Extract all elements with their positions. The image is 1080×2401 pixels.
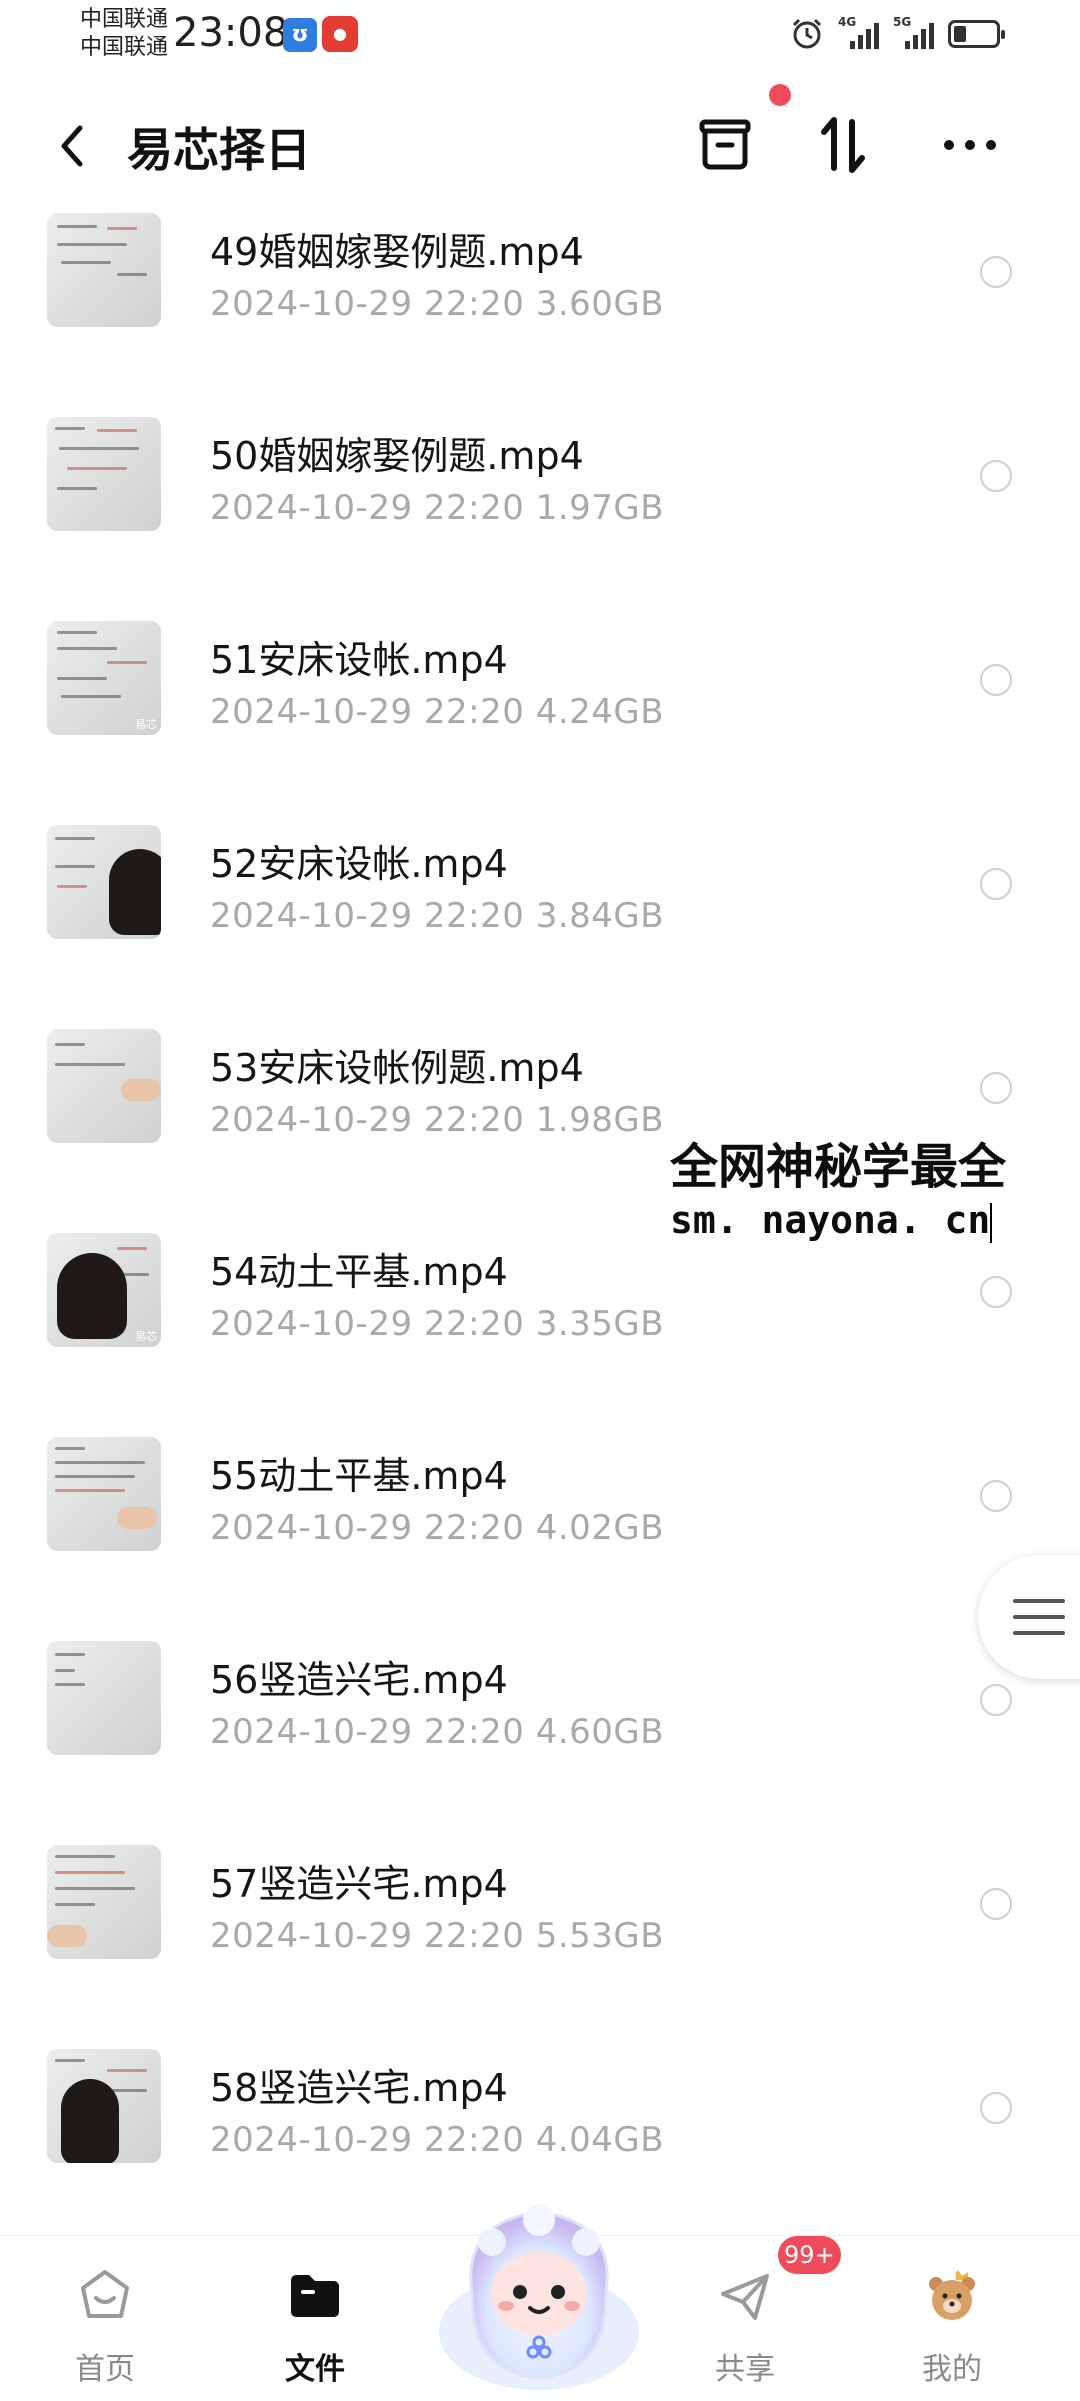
back-arrow-icon[interactable]	[52, 118, 92, 174]
file-meta: 2024-10-29 22:20 3.84GB	[210, 896, 665, 936]
list-item[interactable]: 49婚姻嫁娶例题.mp4 2024-10-29 22:20 3.60GB	[0, 200, 1080, 404]
carrier-labels: 中国联通 中国联通	[80, 6, 168, 62]
signal-icon-2: 5G	[893, 15, 934, 49]
file-meta: 2024-10-29 22:20 3.60GB	[210, 284, 665, 324]
battery-icon	[948, 20, 1005, 48]
list-item[interactable]: 55动土平基.mp4 2024-10-29 22:20 4.02GB	[0, 1424, 1080, 1628]
folder-icon	[291, 2275, 339, 2317]
select-radio[interactable]	[980, 1888, 1012, 1920]
tab-files-label: 文件	[285, 2352, 345, 2387]
watermark-overlay: 全网神秘学最全 sm. nayona. cn	[670, 1138, 1080, 1244]
select-radio[interactable]	[980, 868, 1012, 900]
tab-mine[interactable]: 我的	[882, 2236, 1022, 2401]
alarm-icon	[792, 18, 822, 49]
file-meta: 2024-10-29 22:20 4.02GB	[210, 1508, 665, 1548]
carrier-2: 中国联通	[80, 35, 169, 60]
select-radio[interactable]	[980, 460, 1012, 492]
tab-share-label: 共享	[715, 2352, 775, 2387]
video-thumbnail	[47, 213, 161, 327]
video-thumbnail	[47, 1437, 161, 1551]
file-name: 52安床设帐.mp4	[210, 842, 508, 886]
notification-dot	[769, 84, 791, 106]
file-meta: 2024-10-29 22:20 4.60GB	[210, 1712, 665, 1752]
select-radio[interactable]	[980, 1480, 1012, 1512]
file-name: 54动土平基.mp4	[210, 1250, 508, 1294]
video-thumbnail	[47, 1641, 161, 1755]
file-name: 56竖造兴宅.mp4	[210, 1658, 508, 1702]
watermark-line-1: 全网神秘学最全	[670, 1139, 1007, 1195]
notification-app-icon: ʊ	[283, 18, 317, 52]
share-badge: 99+	[778, 2236, 841, 2274]
file-name: 51安床设帐.mp4	[210, 638, 508, 682]
file-name: 49婚姻嫁娶例题.mp4	[210, 230, 584, 274]
status-right-icons: 4G 5G	[790, 14, 1005, 54]
tab-home[interactable]: 首页	[35, 2236, 175, 2401]
box-icon[interactable]	[690, 110, 760, 180]
status-bar: 中国联通 中国联通 23:08 ʊ ● 4G 5G	[0, 0, 1080, 80]
tab-files[interactable]: 文件	[245, 2236, 385, 2401]
video-thumbnail	[47, 2049, 161, 2163]
file-meta: 2024-10-29 22:20 5.53GB	[210, 1916, 665, 1956]
paper-plane-icon	[721, 2274, 769, 2320]
watermark-line-2: sm. nayona. cn	[670, 1198, 993, 1243]
select-radio[interactable]	[980, 1072, 1012, 1104]
file-name: 55动土平基.mp4	[210, 1454, 508, 1498]
file-meta: 2024-10-29 22:20 4.04GB	[210, 2120, 665, 2160]
video-thumbnail: 易芯	[47, 621, 161, 735]
menu-line-icon	[1013, 1615, 1065, 1619]
tab-mine-label: 我的	[922, 2352, 982, 2387]
carrier-1: 中国联通	[80, 7, 169, 32]
select-radio[interactable]	[980, 1276, 1012, 1308]
home-icon	[81, 2270, 129, 2318]
sort-icon[interactable]	[808, 110, 878, 180]
notification-app-icon-2: ●	[322, 16, 358, 52]
file-meta: 2024-10-29 22:20 3.35GB	[210, 1304, 665, 1344]
video-thumbnail	[47, 417, 161, 531]
select-radio[interactable]	[980, 256, 1012, 288]
list-item[interactable]: 57竖造兴宅.mp4 2024-10-29 22:20 5.53GB	[0, 1832, 1080, 2036]
menu-line-icon	[1013, 1631, 1065, 1635]
text-cursor	[990, 1202, 993, 1243]
select-radio[interactable]	[980, 1684, 1012, 1716]
menu-line-icon	[1013, 1599, 1065, 1603]
assistant-mascot-icon[interactable]	[432, 2182, 646, 2396]
tab-home-label: 首页	[75, 2352, 135, 2387]
video-thumbnail	[47, 1845, 161, 1959]
file-name: 57竖造兴宅.mp4	[210, 1862, 508, 1906]
list-item[interactable]: 52安床设帐.mp4 2024-10-29 22:20 3.84GB	[0, 812, 1080, 1016]
video-thumbnail	[47, 1029, 161, 1143]
page-title: 易芯择日	[127, 123, 311, 177]
select-radio[interactable]	[980, 2092, 1012, 2124]
file-meta: 2024-10-29 22:20 4.24GB	[210, 692, 665, 732]
list-item[interactable]: 56竖造兴宅.mp4 2024-10-29 22:20 4.60GB	[0, 1628, 1080, 1832]
list-item[interactable]: 易芯 54动土平基.mp4 2024-10-29 22:20 3.35GB	[0, 1220, 1080, 1424]
select-radio[interactable]	[980, 664, 1012, 696]
video-thumbnail	[47, 825, 161, 939]
file-meta: 2024-10-29 22:20 1.97GB	[210, 488, 665, 528]
video-thumbnail: 易芯	[47, 1233, 161, 1347]
bear-avatar-icon	[929, 2270, 975, 2320]
list-item[interactable]: 易芯 51安床设帐.mp4 2024-10-29 22:20 4.24GB	[0, 608, 1080, 812]
file-name: 58竖造兴宅.mp4	[210, 2066, 508, 2110]
signal-icon-1: 4G	[838, 15, 879, 49]
more-icon[interactable]	[935, 110, 1005, 180]
file-name: 53安床设帐例题.mp4	[210, 1046, 584, 1090]
status-time: 23:08	[173, 10, 289, 56]
top-nav-bar: 易芯择日	[0, 90, 1080, 200]
file-name: 50婚姻嫁娶例题.mp4	[210, 434, 584, 478]
list-item[interactable]: 50婚姻嫁娶例题.mp4 2024-10-29 22:20 1.97GB	[0, 404, 1080, 608]
file-meta: 2024-10-29 22:20 1.98GB	[210, 1100, 665, 1140]
